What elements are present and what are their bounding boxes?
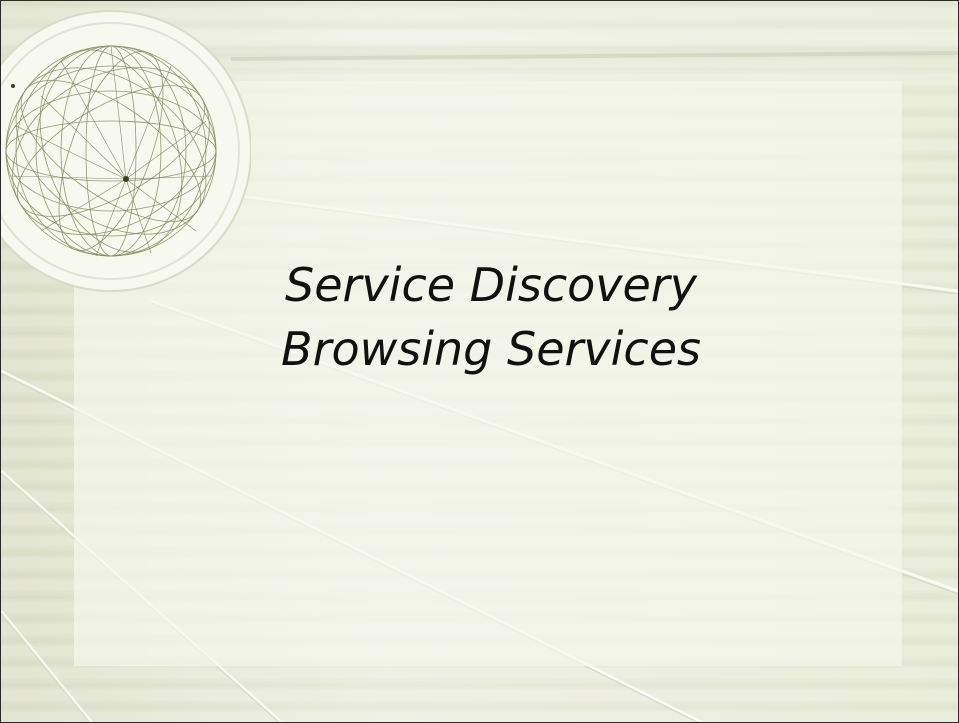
slide: Service Discovery Browsing Services xyxy=(0,0,959,723)
slide-title: Service Discovery Browsing Services xyxy=(141,253,841,381)
slide-title-line-1: Service Discovery xyxy=(285,258,697,312)
slide-title-line-2: Browsing Services xyxy=(281,322,701,376)
